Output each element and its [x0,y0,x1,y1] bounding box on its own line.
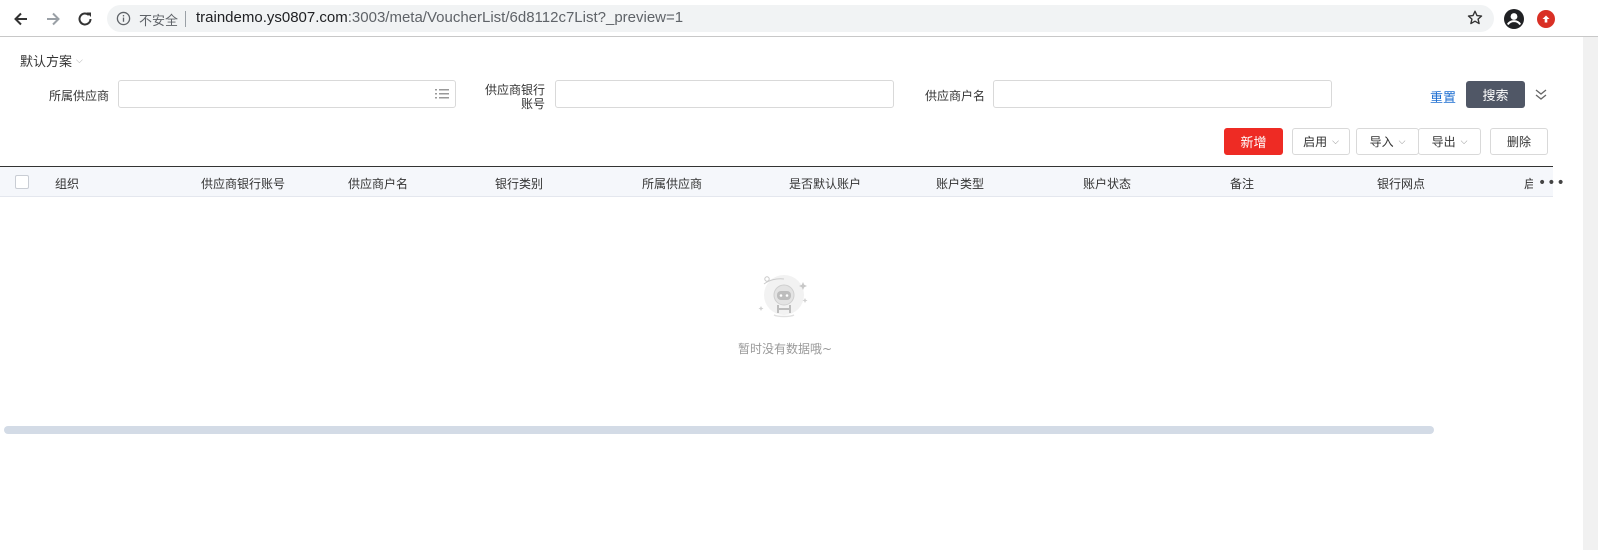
add-button[interactable]: 新增 [1224,128,1283,155]
update-icon[interactable] [1537,10,1555,28]
bookmark-star-icon[interactable] [1466,9,1484,27]
export-dropdown-button[interactable]: 导出 ⌵ [1418,128,1481,155]
search-button[interactable]: 搜索 [1466,81,1525,108]
delete-button[interactable]: 删除 [1490,128,1548,155]
browser-toolbar: 不安全 traindemo.ys0807.com:3003/meta/Vouch… [0,0,1598,37]
expand-filters-icon[interactable] [1533,86,1549,102]
url-separator [185,11,186,27]
enable-dropdown-button[interactable]: 启用 ⌵ [1292,128,1350,155]
reset-link[interactable]: 重置 [1430,87,1456,106]
reload-icon[interactable] [73,7,97,31]
supplier-filter-input[interactable] [118,80,456,108]
export-button-label: 导出 [1431,135,1456,149]
import-button-label: 导入 [1369,135,1394,149]
account-name-filter-label: 供应商户名 [925,89,986,103]
scheme-selector[interactable]: 默认方案 ⌵ [20,51,83,70]
chevron-down-icon: ⌵ [1398,136,1406,147]
delete-button-label: 删除 [1506,135,1531,149]
column-header[interactable]: 备注 [1230,175,1254,192]
chevron-down-icon: ⌵ [1332,136,1339,147]
enable-button-label: 启用 [1303,135,1328,149]
forward-icon[interactable] [41,7,65,31]
column-header[interactable]: 启 [1524,175,1533,192]
select-all-checkbox[interactable] [15,175,29,189]
back-icon[interactable] [9,7,33,31]
column-header[interactable]: 是否默认账户 [789,175,861,192]
table-header: 组织 供应商银行账号 供应商户名 银行类别 所属供应商 是否默认账户 账户类型 … [0,167,1565,197]
empty-state-text: 暂时没有数据哦~ [738,342,833,356]
account-name-filter-input[interactable] [993,80,1332,108]
search-button-label: 搜索 [1482,89,1509,104]
page-scrollbar[interactable] [1583,37,1598,550]
column-header[interactable]: 供应商银行账号 [201,175,285,192]
horizontal-scrollbar[interactable] [4,426,1434,434]
column-header[interactable]: 所属供应商 [642,175,702,192]
account-icon[interactable] [1503,8,1525,30]
url-text[interactable]: traindemo.ys0807.com:3003/meta/VoucherLi… [196,9,683,26]
url-path: :3003/meta/VoucherList/6d8112c7List?_pre… [347,9,684,26]
url-host: traindemo.ys0807.com [196,9,348,26]
column-header[interactable]: 组织 [55,175,79,192]
column-header[interactable]: 银行类别 [495,175,543,192]
bank-account-filter-label: 供应商银行账号 [484,83,545,111]
list-icon[interactable] [435,88,449,100]
info-icon[interactable] [116,11,131,26]
chevron-down-icon: ⌵ [76,55,83,66]
bank-account-filter-input[interactable] [555,80,894,108]
insecure-label: 不安全 [139,14,179,29]
import-dropdown-button[interactable]: 导入 ⌵ [1356,128,1419,155]
column-header[interactable]: 银行网点 [1377,175,1425,192]
column-header[interactable]: 账户类型 [936,175,984,192]
address-bar[interactable]: 不安全 traindemo.ys0807.com:3003/meta/Vouch… [107,5,1494,32]
chevron-down-icon: ⌵ [1460,136,1468,147]
empty-state-icon [758,275,808,318]
supplier-filter-label: 所属供应商 [49,89,110,103]
column-settings-icon[interactable]: ••• [1538,175,1566,191]
add-button-label: 新增 [1240,136,1267,151]
column-header[interactable]: 供应商户名 [348,175,408,192]
column-header[interactable]: 账户状态 [1083,175,1131,192]
scheme-label: 默认方案 [20,55,73,70]
